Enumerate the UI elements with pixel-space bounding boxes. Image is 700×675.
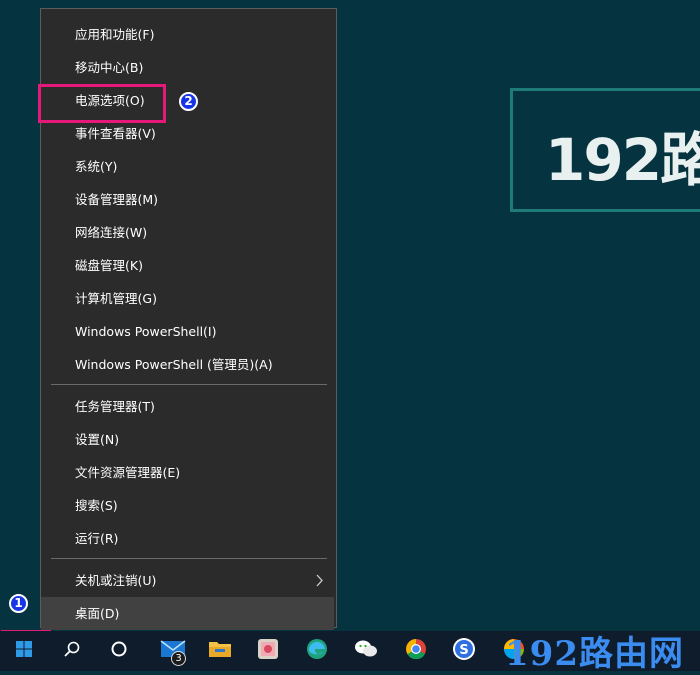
step-2-marker: 2: [179, 92, 198, 111]
menu-item-computer-management[interactable]: 计算机管理(G): [41, 282, 336, 315]
cortana-icon: [110, 640, 128, 662]
svg-text:S: S: [459, 643, 468, 658]
search-icon: [63, 640, 81, 662]
wechat-button[interactable]: [346, 631, 386, 671]
menu-item-desktop[interactable]: 桌面(D): [41, 597, 334, 630]
taskbar-search-button[interactable]: [52, 631, 92, 671]
sogou-icon: S: [452, 637, 476, 665]
file-explorer-icon: [208, 639, 232, 663]
step-1-marker: 1: [9, 594, 28, 613]
cortana-button[interactable]: [99, 631, 139, 671]
menu-item-disk-management[interactable]: 磁盘管理(K): [41, 249, 336, 282]
photos-app-button[interactable]: [248, 631, 288, 671]
photos-app-icon: [257, 638, 279, 664]
menu-item-shutdown-signout[interactable]: 关机或注销(U): [41, 564, 336, 597]
sogou-button[interactable]: S: [444, 631, 484, 671]
menu-item-powershell[interactable]: Windows PowerShell(I): [41, 315, 336, 348]
start-button[interactable]: [4, 631, 44, 671]
mail-badge: 3: [171, 651, 186, 666]
menu-item-run[interactable]: 运行(R): [41, 522, 336, 555]
menu-separator: [51, 558, 327, 559]
menu-item-label: 关机或注销(U): [75, 573, 157, 588]
highlight-power-options: [38, 84, 166, 123]
menu-item-settings[interactable]: 设置(N): [41, 423, 336, 456]
menu-item-task-manager[interactable]: 任务管理器(T): [41, 390, 336, 423]
mail-app-button[interactable]: 3: [153, 631, 193, 671]
desktop-banner: 192路: [510, 88, 700, 212]
menu-item-mobility-center[interactable]: 移动中心(B): [41, 51, 336, 84]
wechat-icon: [354, 638, 378, 664]
chrome-icon: [405, 638, 427, 664]
menu-item-file-explorer[interactable]: 文件资源管理器(E): [41, 456, 336, 489]
watermark-logo: 192路由网: [505, 634, 684, 674]
menu-item-system[interactable]: 系统(Y): [41, 150, 336, 183]
menu-item-search[interactable]: 搜索(S): [41, 489, 336, 522]
chrome-button[interactable]: [396, 631, 436, 671]
banner-text: 192路: [545, 126, 700, 194]
menu-item-network-connections[interactable]: 网络连接(W): [41, 216, 336, 249]
menu-separator: [51, 384, 327, 385]
menu-item-apps-features[interactable]: 应用和功能(F): [41, 18, 336, 51]
menu-item-device-manager[interactable]: 设备管理器(M): [41, 183, 336, 216]
file-explorer-button[interactable]: [200, 631, 240, 671]
windows-start-icon: [15, 640, 33, 662]
edge-button[interactable]: [297, 631, 337, 671]
menu-item-powershell-admin[interactable]: Windows PowerShell (管理员)(A): [41, 348, 336, 381]
edge-icon: [306, 638, 328, 664]
